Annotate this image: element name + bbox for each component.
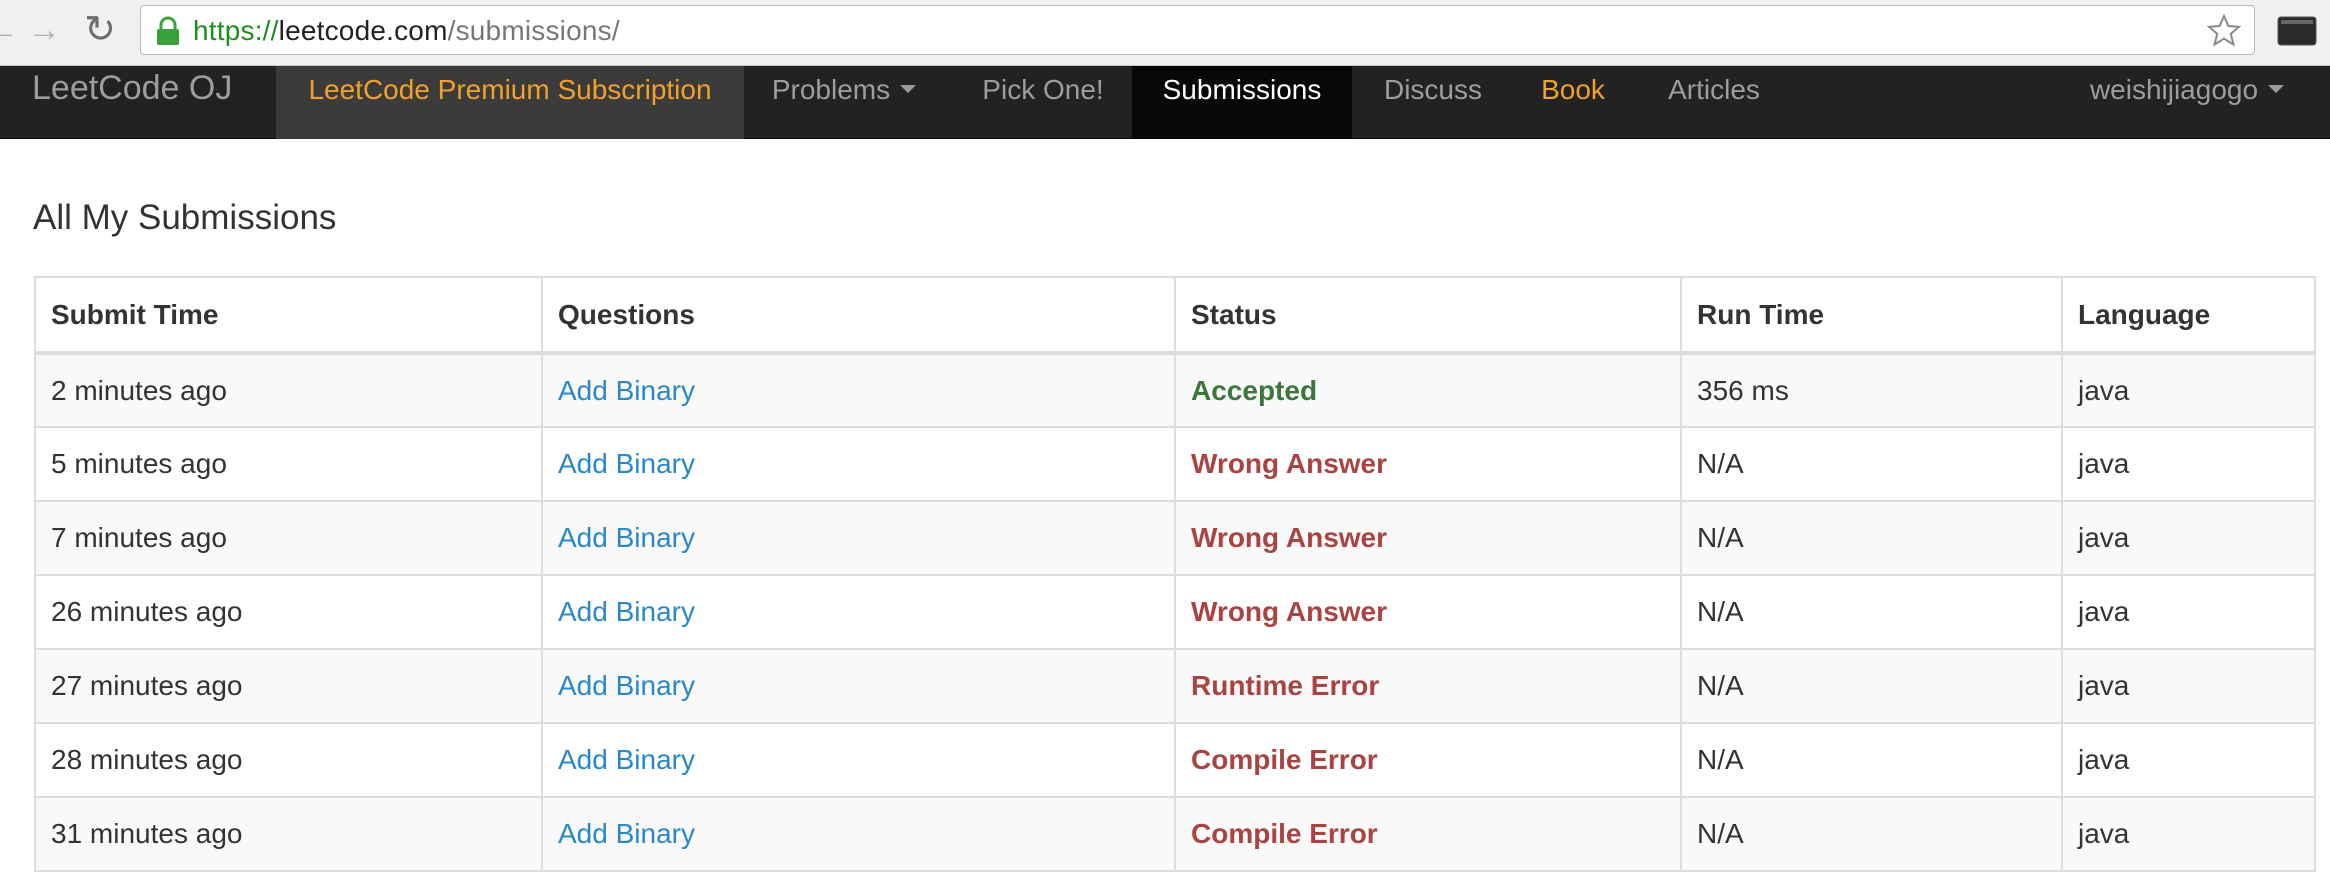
status-cell: Accepted [1174,352,1682,428]
lock-icon [157,16,179,45]
question-cell: Add Binary [541,722,1176,798]
caret-down-icon [900,84,917,93]
table-row: 26 minutes ago Add Binary Wrong Answer N… [34,574,2316,650]
language-cell: java [2061,500,2316,576]
column-header-language: Language [2061,276,2316,355]
question-cell: Add Binary [541,796,1176,872]
question-link[interactable]: Add Binary [558,670,695,701]
status-link[interactable]: Wrong Answer [1191,448,1387,479]
nav-book[interactable]: Book [1520,66,1626,139]
status-link[interactable]: Compile Error [1191,744,1378,775]
question-link[interactable]: Add Binary [558,596,695,627]
status-cell: Wrong Answer [1174,574,1682,650]
status-cell: Compile Error [1174,722,1682,798]
address-bar[interactable]: https://leetcode.com/submissions/ [140,5,2255,55]
column-header-status: Status [1174,276,1682,355]
status-link[interactable]: Compile Error [1191,818,1378,849]
back-arrow-icon[interactable]: ← [0,8,24,52]
table-row: 31 minutes ago Add Binary Compile Error … [34,796,2316,872]
table-row: 5 minutes ago Add Binary Wrong Answer N/… [34,426,2316,502]
runtime-cell: N/A [1680,426,2063,502]
status-link[interactable]: Accepted [1191,375,1317,406]
table-row: 7 minutes ago Add Binary Wrong Answer N/… [34,500,2316,576]
nav-premium-subscription[interactable]: LeetCode Premium Subscription [276,66,744,139]
table-row: 27 minutes ago Add Binary Runtime Error … [34,648,2316,724]
brand-logo-link[interactable]: LeetCode OJ [32,66,232,134]
bookmark-star-icon[interactable] [2206,13,2242,49]
browser-toolbar: ← → ↻ https://leetcode.com/submissions/ [0,0,2330,66]
language-cell: java [2061,426,2316,502]
runtime-cell: N/A [1680,574,2063,650]
question-cell: Add Binary [541,574,1176,650]
table-row: 2 minutes ago Add Binary Accepted 356 ms… [34,352,2316,428]
question-cell: Add Binary [541,352,1176,428]
runtime-cell: N/A [1680,500,2063,576]
nav-pick-one[interactable]: Pick One! [958,66,1128,139]
status-cell: Wrong Answer [1174,426,1682,502]
nav-articles[interactable]: Articles [1646,66,1782,139]
status-cell: Runtime Error [1174,648,1682,724]
language-cell: java [2061,722,2316,798]
question-link[interactable]: Add Binary [558,375,695,406]
column-header-submit-time: Submit Time [34,276,543,355]
url-scheme: https:// [193,15,279,46]
question-link[interactable]: Add Binary [558,448,695,479]
submit-time-cell: 27 minutes ago [34,648,543,724]
user-menu-dropdown[interactable]: weishijiagogo [2072,66,2302,139]
nav-problems-label: Problems [771,74,891,105]
table-header-row: Submit Time Questions Status Run Time La… [34,276,2316,355]
reload-icon[interactable]: ↻ [78,8,122,52]
nav-problems-dropdown[interactable]: Problems [744,66,944,139]
runtime-cell: 356 ms [1680,352,2063,428]
page-title: All My Submissions [33,198,337,237]
question-cell: Add Binary [541,426,1176,502]
question-cell: Add Binary [541,500,1176,576]
language-cell: java [2061,352,2316,428]
status-link[interactable]: Runtime Error [1191,670,1379,701]
submit-time-cell: 7 minutes ago [34,500,543,576]
language-cell: java [2061,648,2316,724]
column-header-questions: Questions [541,276,1176,355]
runtime-cell: N/A [1680,796,2063,872]
username-label: weishijiagogo [2089,74,2259,105]
submit-time-cell: 31 minutes ago [34,796,543,872]
forward-arrow-icon[interactable]: → [22,8,66,52]
column-header-run-time: Run Time [1680,276,2063,355]
runtime-cell: N/A [1680,648,2063,724]
status-link[interactable]: Wrong Answer [1191,522,1387,553]
status-cell: Wrong Answer [1174,500,1682,576]
url-text[interactable]: https://leetcode.com/submissions/ [193,16,620,46]
submit-time-cell: 28 minutes ago [34,722,543,798]
question-cell: Add Binary [541,648,1176,724]
terminal-extension-icon[interactable] [2277,16,2317,46]
language-cell: java [2061,574,2316,650]
table-row: 28 minutes ago Add Binary Compile Error … [34,722,2316,798]
nav-discuss[interactable]: Discuss [1364,66,1502,139]
submit-time-cell: 2 minutes ago [34,352,543,428]
question-link[interactable]: Add Binary [558,522,695,553]
nav-submissions[interactable]: Submissions [1132,66,1352,139]
status-link[interactable]: Wrong Answer [1191,596,1387,627]
url-host: leetcode.com [278,15,448,46]
url-path: /submissions/ [447,15,620,46]
submit-time-cell: 5 minutes ago [34,426,543,502]
caret-down-icon [2268,84,2285,93]
site-navbar: LeetCode OJ LeetCode Premium Subscriptio… [0,66,2330,139]
status-cell: Compile Error [1174,796,1682,872]
submit-time-cell: 26 minutes ago [34,574,543,650]
language-cell: java [2061,796,2316,872]
submissions-table: Submit Time Questions Status Run Time La… [34,276,2316,872]
runtime-cell: N/A [1680,722,2063,798]
question-link[interactable]: Add Binary [558,818,695,849]
question-link[interactable]: Add Binary [558,744,695,775]
